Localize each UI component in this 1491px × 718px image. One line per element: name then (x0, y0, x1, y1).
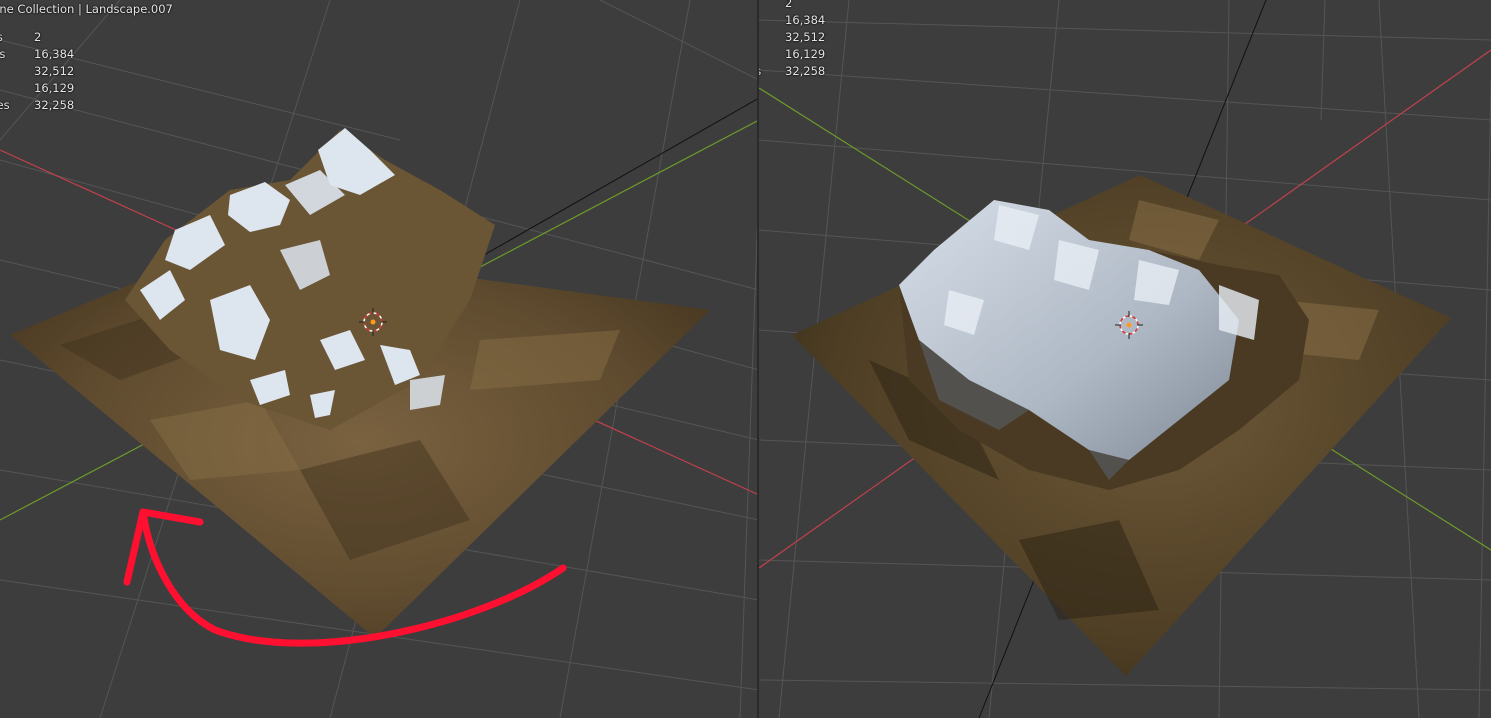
stats-value: 16,384 (785, 13, 826, 27)
stats-row-vertices: ces 16,384 (0, 46, 173, 63)
stats-label (759, 29, 785, 46)
stats-row-faces: s 16,129 (0, 80, 173, 97)
stats-row-triangles: gles 32,258 (0, 97, 173, 114)
right-viewport-scene[interactable] (759, 0, 1491, 718)
stats-overlay-left: cene Collection | Landscape.007 cts 2 ce… (0, 1, 173, 114)
stats-label: s (0, 80, 34, 97)
stats-row-objects: ts 2 (759, 0, 825, 12)
stats-value: 32,512 (785, 30, 826, 44)
stats-value: 32,258 (785, 64, 826, 78)
stats-row-triangles: les 32,258 (759, 63, 825, 80)
stats-label: ts (759, 0, 785, 12)
left-viewport[interactable]: cene Collection | Landscape.007 cts 2 ce… (0, 0, 759, 718)
stats-row-edges: es 32,512 (0, 63, 173, 80)
stats-row-objects: cts 2 (0, 29, 173, 46)
stats-label: es (0, 63, 34, 80)
stats-row-faces: 16,129 (759, 46, 825, 63)
stats-value: 16,129 (785, 47, 826, 61)
stats-label: es (759, 12, 785, 29)
origin-dot-icon (370, 319, 376, 325)
stats-overlay-right: ts 2 es 16,384 32,512 16,129 les 32,258 (759, 0, 825, 80)
stats-value: 32,258 (34, 98, 75, 112)
stats-row-vertices: es 16,384 (759, 12, 825, 29)
origin-dot-icon (1126, 322, 1132, 328)
stats-value: 2 (34, 30, 42, 44)
stats-label (759, 46, 785, 63)
right-viewport[interactable]: ts 2 es 16,384 32,512 16,129 les 32,258 (759, 0, 1491, 718)
stats-value: 16,129 (34, 81, 75, 95)
scene-breadcrumb: cene Collection | Landscape.007 (0, 2, 173, 16)
stats-value: 16,384 (34, 47, 75, 61)
stats-value: 32,512 (34, 64, 75, 78)
stats-label: les (759, 63, 785, 80)
stats-value: 2 (785, 0, 793, 10)
stats-label: gles (0, 98, 10, 112)
stats-label: cts (0, 29, 34, 46)
stats-label: ces (0, 47, 6, 61)
stats-row-edges: 32,512 (759, 29, 825, 46)
